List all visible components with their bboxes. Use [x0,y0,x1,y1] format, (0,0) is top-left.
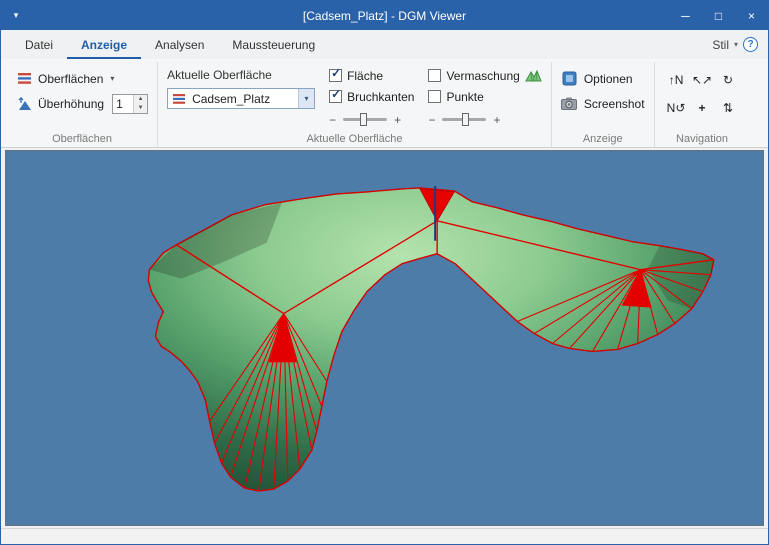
slider-handle[interactable] [360,113,367,126]
ueberhoehung-label: Überhöhung [38,97,104,111]
viewport-frame [1,148,768,528]
bruchkanten-size-slider: − + [329,110,414,129]
group-navigation: ↑N ↖↗ ↻ N↺ + ⇅ Navigation [655,62,750,147]
vermaschung-checkbox[interactable] [428,69,441,82]
group-caption-oberflaechen: Oberflächen [7,133,157,145]
navigation-grid: ↑N ↖↗ ↻ N↺ + ⇅ [664,66,741,121]
rotate-north-icon[interactable]: N↺ [664,94,689,121]
group-anzeige: Optionen Screenshot Anzeige [552,62,655,147]
tab-analysen[interactable]: Analysen [141,30,218,59]
quick-access-menu-icon[interactable]: ▾ [1,10,31,21]
punkte-checkbox[interactable] [428,90,441,103]
screenshot-button[interactable]: Screenshot [561,92,645,115]
slider-handle[interactable] [462,113,469,126]
slider-plus-button[interactable]: + [493,113,500,127]
group-caption-anzeige: Anzeige [552,133,654,145]
ueberhoehung-stepper[interactable]: 1 ▲ ▼ [112,94,148,114]
vermaschung-label: Vermaschung [446,69,519,83]
surface-combobox[interactable]: Cadsem_Platz ▾ [167,88,315,109]
rotate-right-icon[interactable]: ↻ [716,66,741,93]
slider-minus-button[interactable]: − [428,113,435,127]
title-bar: ▾ [Cadsem_Platz] - DGM Viewer ─ □ × [1,1,768,30]
stepper-buttons: ▲ ▼ [133,95,147,113]
oberflaechen-dropdown-button[interactable]: Oberflächen ▾ [16,67,148,90]
check-icon: ✓ [331,66,341,80]
camera-icon [561,97,578,110]
exaggeration-icon [16,97,33,111]
ueberhoehung-row: Überhöhung 1 ▲ ▼ [16,92,148,115]
screenshot-label: Screenshot [584,97,645,111]
group-caption-aktuelle: Aktuelle Oberfläche [158,133,551,145]
vermaschung-checkbox-row: Vermaschung [428,66,541,85]
window-title: [Cadsem_Platz] - DGM Viewer [1,9,768,23]
surface-combobox-value: Cadsem_Platz [188,92,298,106]
oberflaechen-button-label: Oberflächen [38,72,103,86]
slider-minus-button[interactable]: − [329,113,336,127]
ueberhoehung-value[interactable]: 1 [113,95,133,113]
status-bar [1,528,768,544]
minimize-button[interactable]: ─ [669,1,702,30]
flaeche-label: Fläche [347,69,383,83]
stil-dropdown[interactable]: Stil [712,38,729,52]
mesh-icon [525,69,542,82]
tab-row: Datei Anzeige Analysen Maussteuerung Sti… [1,30,768,59]
zoom-steps-icon[interactable]: ⇅ [716,94,741,121]
maximize-button[interactable]: □ [702,1,735,30]
close-button[interactable]: × [735,1,768,30]
tab-datei[interactable]: Datei [11,30,67,59]
bruchkanten-checkbox[interactable]: ✓ [329,90,342,103]
group-caption-navigation: Navigation [655,133,750,145]
check-icon: ✓ [331,87,341,101]
help-icon[interactable]: ? [743,37,758,52]
punkte-size-slider: − + [428,110,541,129]
slider-track[interactable] [343,118,387,121]
punkte-label: Punkte [446,90,483,104]
ribbon: Oberflächen ▾ Überhöhung 1 ▲ ▼ Oberfläch… [1,59,768,148]
dgm-viewer-window: ▾ [Cadsem_Platz] - DGM Viewer ─ □ × Date… [0,0,769,545]
stepper-up-icon[interactable]: ▲ [134,95,147,104]
group-oberflaechen: Oberflächen ▾ Überhöhung 1 ▲ ▼ Oberfläch… [7,62,158,147]
flaeche-checkbox[interactable]: ✓ [329,69,342,82]
tab-maussteuerung[interactable]: Maussteuerung [218,30,329,59]
optionen-button[interactable]: Optionen [561,67,645,90]
group-aktuelle-oberflaeche: Aktuelle Oberfläche Cadsem_Platz ▾ ✓ Flä… [158,62,552,147]
options-icon [561,71,578,86]
slider-track[interactable] [442,118,486,121]
chevron-down-icon: ▾ [110,74,114,83]
chevron-down-icon[interactable]: ▾ [298,89,314,108]
terrain-3d-view[interactable] [5,150,764,526]
terrain-model [6,151,763,525]
pan-icon[interactable]: + [690,94,715,121]
chevron-down-icon[interactable]: ▾ [734,40,738,49]
bruchkanten-checkbox-row: ✓ Bruchkanten [329,87,414,106]
free-rotate-icon[interactable]: ↖↗ [690,66,715,93]
stepper-down-icon[interactable]: ▼ [134,104,147,113]
tab-anzeige[interactable]: Anzeige [67,30,141,59]
optionen-label: Optionen [584,72,633,86]
aktuelle-oberflaeche-header: Aktuelle Oberfläche [167,65,315,85]
rotate-to-north-icon[interactable]: ↑N [664,66,689,93]
surfaces-icon [16,72,33,85]
slider-plus-button[interactable]: + [394,113,401,127]
surfaces-icon [171,93,188,105]
bruchkanten-label: Bruchkanten [347,90,414,104]
flaeche-checkbox-row: ✓ Fläche [329,66,414,85]
punkte-checkbox-row: Punkte [428,87,541,106]
tabrow-right: Stil ▾ ? [712,30,760,59]
window-controls: ─ □ × [669,1,768,30]
